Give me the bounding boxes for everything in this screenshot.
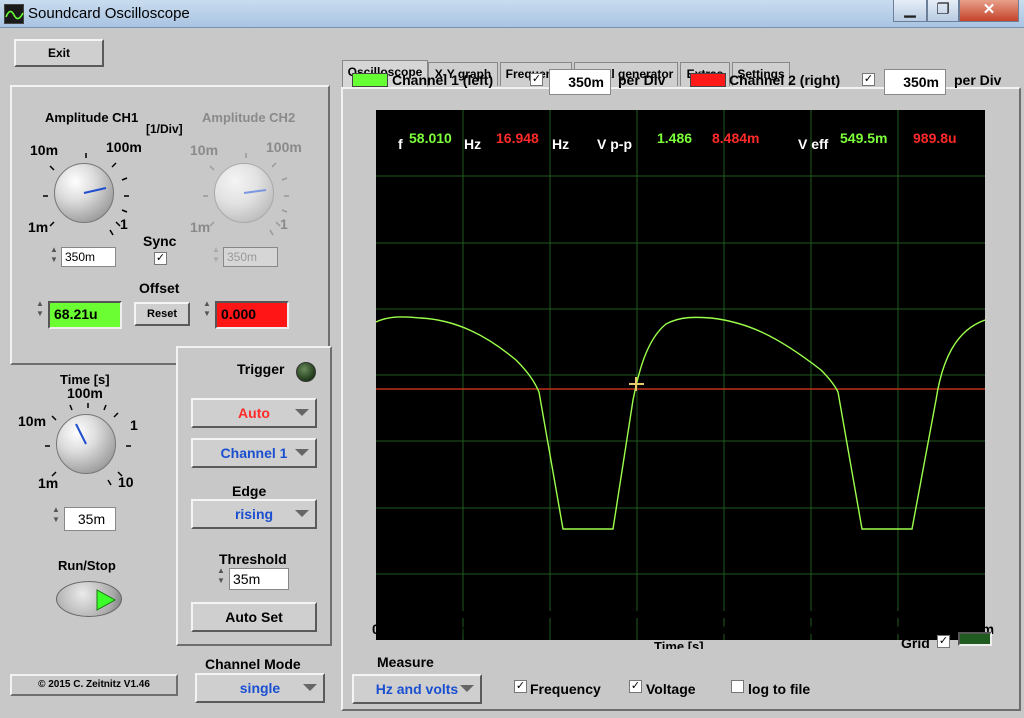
edge-label: Edge bbox=[232, 483, 267, 499]
offset-ch1-input[interactable]: 68.21u bbox=[48, 301, 122, 329]
sync-label: Sync bbox=[143, 233, 177, 249]
log-to-file-label: log to file bbox=[748, 681, 811, 697]
vpp-ch1-value: 1.486 bbox=[657, 130, 693, 146]
measure-label: Measure bbox=[377, 654, 434, 670]
ch2-label: Channel 2 (right) bbox=[729, 72, 841, 88]
x-tick-10m: 10m bbox=[534, 621, 563, 637]
trigger-label: Trigger bbox=[237, 361, 285, 377]
ch2-amplitude-input[interactable]: 350m bbox=[223, 247, 278, 267]
ch2-per-div-label: per Div bbox=[954, 72, 1002, 88]
freq-label: f bbox=[398, 136, 403, 152]
channel-mode-value: single bbox=[239, 680, 281, 696]
voltage-label: Voltage bbox=[646, 681, 696, 697]
freq-ch1-value: 58.010 bbox=[409, 130, 452, 146]
voltage-checkbox[interactable]: ✓ bbox=[629, 680, 642, 693]
frequency-checkbox[interactable]: ✓ bbox=[514, 680, 527, 693]
grid-label: Grid bbox=[901, 635, 930, 651]
time-input[interactable]: 35m bbox=[64, 507, 116, 531]
measure-mode-value: Hz and volts bbox=[375, 681, 459, 697]
time-spinner[interactable]: ▲ ▼ bbox=[52, 505, 60, 527]
trigger-channel-value: Channel 1 bbox=[220, 445, 288, 461]
offset-reset-button[interactable]: Reset bbox=[134, 302, 190, 326]
channel-mode-label: Channel Mode bbox=[205, 656, 301, 672]
offset-ch2-input[interactable]: 0.000 bbox=[215, 301, 289, 329]
freq-ch2-value: 16.948 bbox=[496, 130, 539, 146]
scope-display[interactable]: f 58.010 Hz 16.948 Hz V p-p 1.486 8.484m… bbox=[376, 110, 985, 640]
vpp-label: V p-p bbox=[597, 136, 632, 152]
x-axis-label-clip: Time [s] bbox=[654, 639, 714, 649]
run-stop-label: Run/Stop bbox=[58, 558, 116, 573]
trigger-mode-value: Auto bbox=[238, 405, 270, 421]
chevron-down-icon bbox=[295, 409, 309, 416]
trigger-edge-value: rising bbox=[234, 506, 274, 522]
x-axis-label: Time [s] bbox=[654, 639, 704, 649]
time-knob-ticks bbox=[45, 403, 131, 486]
ch1-color-swatch bbox=[352, 73, 388, 87]
x-tick-5m: 5m bbox=[452, 621, 473, 637]
x-tick-25m: 25m bbox=[794, 621, 823, 637]
freq-ch2-unit: Hz bbox=[552, 136, 570, 152]
x-tick-0: 0 bbox=[372, 621, 380, 637]
measure-mode-dropdown[interactable]: Hz and volts bbox=[352, 674, 482, 704]
ch1-trace bbox=[376, 316, 985, 530]
maximize-button[interactable]: ❐ bbox=[927, 0, 959, 22]
app-icon bbox=[4, 4, 24, 24]
veff-ch1-value: 549.5m bbox=[840, 130, 888, 146]
ch2-knob-ticks bbox=[203, 153, 289, 236]
x-axis-ticks bbox=[376, 611, 985, 618]
ch1-label: Channel 1 (left) bbox=[392, 72, 494, 88]
freq-ch1-unit: Hz bbox=[464, 136, 482, 152]
trigger-channel-dropdown[interactable]: Channel 1 bbox=[191, 438, 317, 468]
threshold-label: Threshold bbox=[219, 551, 287, 567]
chevron-down-icon bbox=[295, 449, 309, 456]
ch1-per-div-label: per Div bbox=[618, 72, 666, 88]
x-tick-15m: 15m bbox=[621, 621, 650, 637]
exit-button[interactable]: Exit bbox=[14, 39, 104, 67]
minimize-button[interactable]: ▁ bbox=[893, 0, 927, 22]
sync-checkbox[interactable]: ✓ bbox=[154, 252, 167, 265]
ch1-amplitude-input[interactable]: 350m bbox=[61, 247, 116, 267]
main-window: Exit Amplitude CH1 [1/Div] Amplitude CH2… bbox=[0, 28, 1024, 718]
offset-ch1-spinner[interactable]: ▲ ▼ bbox=[36, 299, 44, 321]
auto-set-button[interactable]: Auto Set bbox=[191, 602, 317, 632]
trigger-led bbox=[296, 362, 316, 382]
scope-canvas bbox=[376, 110, 985, 640]
ch1-value-spinner[interactable]: ▲ ▼ bbox=[50, 245, 58, 267]
title-bar: Soundcard Oscilloscope ▁ ❐ ✕ bbox=[0, 0, 1024, 28]
trigger-mode-dropdown[interactable]: Auto bbox=[191, 398, 317, 428]
grid-color-swatch[interactable] bbox=[958, 632, 992, 646]
grid-checkbox[interactable]: ✓ bbox=[937, 635, 950, 648]
threshold-spinner[interactable]: ▲ ▼ bbox=[217, 566, 225, 588]
close-button[interactable]: ✕ bbox=[959, 0, 1019, 22]
trigger-edge-dropdown[interactable]: rising bbox=[191, 499, 317, 529]
vpp-ch2-value: 8.484m bbox=[712, 130, 760, 146]
channel-mode-dropdown[interactable]: single bbox=[195, 673, 325, 703]
ch2-per-div-input[interactable]: 350m bbox=[884, 69, 946, 95]
veff-label: V eff bbox=[798, 136, 829, 152]
chevron-down-icon bbox=[460, 685, 474, 692]
chevron-down-icon bbox=[295, 510, 309, 517]
time-scale-100m: 100m bbox=[67, 385, 103, 401]
ch1-knob-ticks bbox=[43, 153, 129, 236]
offset-ch2-spinner[interactable]: ▲ ▼ bbox=[203, 299, 211, 321]
veff-ch2-value: 989.8u bbox=[913, 130, 957, 146]
log-to-file-checkbox[interactable] bbox=[731, 680, 744, 693]
window-title: Soundcard Oscilloscope bbox=[28, 5, 190, 22]
ch1-enable-checkbox[interactable]: ✓ bbox=[530, 73, 543, 86]
amp-ch2-label: Amplitude CH2 bbox=[202, 110, 296, 125]
run-stop-button[interactable] bbox=[56, 581, 122, 617]
offset-label: Offset bbox=[139, 280, 180, 296]
ch2-color-swatch bbox=[690, 73, 726, 87]
threshold-input[interactable]: 35m bbox=[229, 568, 289, 590]
amp-ch1-label: Amplitude CH1 bbox=[45, 110, 139, 125]
frequency-label: Frequency bbox=[530, 681, 601, 697]
ch2-value-spinner[interactable]: ▲ ▼ bbox=[212, 245, 220, 267]
copyright-label: © 2015 C. Zeitnitz V1.46 bbox=[10, 674, 178, 696]
ch1-per-div-input[interactable]: 350m bbox=[549, 69, 611, 95]
amp-unit-label: [1/Div] bbox=[146, 122, 183, 136]
x-tick-20m: 20m bbox=[707, 621, 736, 637]
chevron-down-icon bbox=[303, 684, 317, 691]
ch2-enable-checkbox[interactable]: ✓ bbox=[862, 73, 875, 86]
